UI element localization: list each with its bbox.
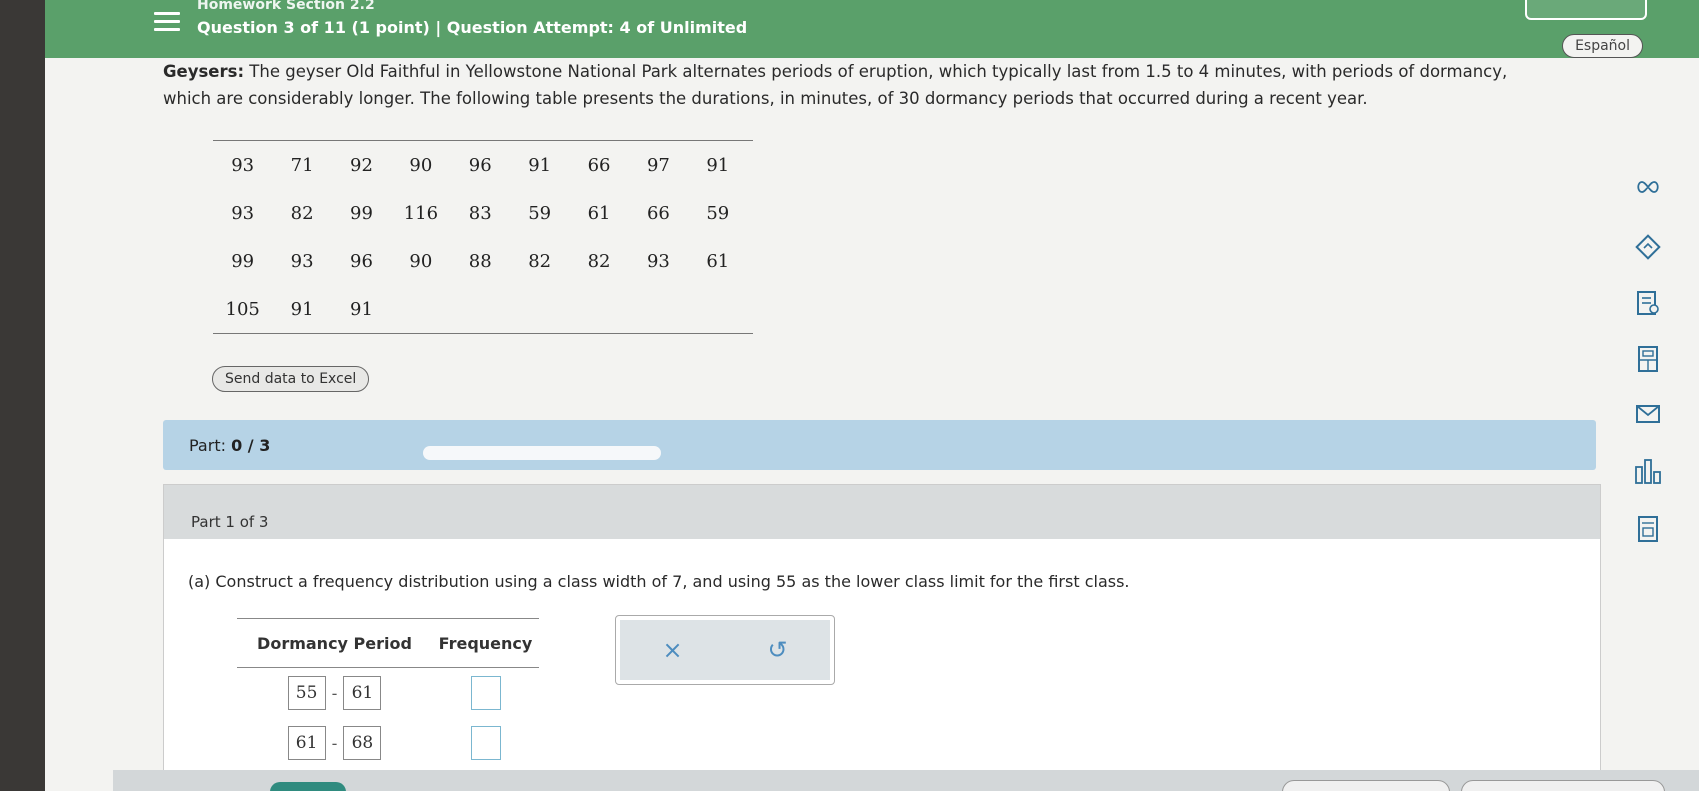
progress-track — [423, 446, 661, 460]
table-cell: 116 — [403, 202, 439, 224]
page: Homework Section 2.2 Question 3 of 11 (1… — [45, 0, 1699, 791]
bottom-action-button[interactable] — [1282, 780, 1450, 791]
mail-icon[interactable] — [1613, 403, 1683, 431]
problem-lead: Geysers: — [163, 62, 245, 81]
clear-icon[interactable]: × — [662, 636, 682, 664]
data-table-icon[interactable] — [1613, 515, 1683, 549]
table-cell: 82 — [290, 202, 314, 224]
part-header: Part 1 of 3 — [164, 485, 1600, 539]
table-cell: 93 — [231, 202, 255, 224]
question-a-text: (a) Construct a frequency distribution u… — [188, 572, 1130, 591]
hint-diamond-icon[interactable] — [1613, 233, 1683, 267]
table-cell: 96 — [350, 250, 373, 272]
header-bar: Homework Section 2.2 Question 3 of 11 (1… — [45, 0, 1699, 58]
undo-icon[interactable]: ↺ — [767, 636, 787, 664]
table-cell: 99 — [350, 202, 373, 224]
table-cell: 93 — [290, 250, 314, 272]
frequency-input[interactable] — [470, 726, 501, 760]
frequency-cell — [432, 676, 539, 710]
table-row: 93 71 92 90 96 91 66 97 91 — [213, 141, 753, 189]
part-card: Part 1 of 3 (a) Construct a frequency di… — [163, 484, 1601, 791]
part-progress-value: 0 / 3 — [231, 436, 271, 455]
part-label-text: Part: — [189, 436, 226, 455]
table-cell: 90 — [409, 154, 433, 176]
homework-section-title: Homework Section 2.2 — [197, 0, 375, 13]
table-cell: 99 — [231, 250, 255, 272]
table-cell: 90 — [409, 250, 433, 272]
table-row: 99 93 96 90 88 82 82 93 61 — [213, 237, 753, 285]
part-progress-bar: Part: 0 / 3 — [163, 420, 1596, 470]
table-row: 55 - 61 — [237, 668, 539, 718]
table-cell: 61 — [587, 202, 611, 224]
part-title: Part 1 of 3 — [191, 513, 269, 531]
frequency-input[interactable] — [470, 676, 501, 710]
upper-limit-field[interactable]: 68 — [343, 726, 382, 760]
table-cell: 59 — [706, 202, 730, 224]
table-cell: 82 — [587, 250, 611, 272]
table-cell: 92 — [350, 154, 373, 176]
infinity-icon[interactable] — [1613, 175, 1683, 200]
table-cell: 71 — [290, 154, 314, 176]
textbook-icon[interactable] — [1613, 289, 1683, 323]
frequency-cell — [432, 726, 539, 760]
column-header-dormancy-period: Dormancy Period — [257, 633, 412, 653]
table-cell: 82 — [528, 250, 552, 272]
table-cell: 105 — [225, 298, 260, 320]
header-action-button[interactable] — [1525, 0, 1647, 20]
problem-statement: Geysers: The geyser Old Faithful in Yell… — [163, 58, 1543, 112]
table-cell: 83 — [468, 202, 492, 224]
range-dash: - — [331, 683, 338, 703]
table-cell: 66 — [646, 202, 670, 224]
lower-limit-field[interactable]: 55 — [287, 676, 326, 710]
table-cell: 61 — [706, 250, 730, 272]
table-cell: 59 — [528, 202, 552, 224]
table-cell: 91 — [290, 298, 314, 320]
dormancy-data-table: 93 71 92 90 96 91 66 97 91 93 82 99 116 … — [213, 140, 753, 334]
table-cell: 96 — [468, 154, 492, 176]
bar-chart-icon[interactable] — [1613, 457, 1683, 491]
table-cell: 93 — [646, 250, 670, 272]
espanol-button[interactable]: Español — [1562, 34, 1643, 58]
table-cell: 91 — [350, 298, 373, 320]
problem-text: The geyser Old Faithful in Yellowstone N… — [163, 62, 1508, 108]
table-cell: 66 — [587, 154, 611, 176]
column-header-frequency: Frequency — [438, 633, 533, 653]
check-button[interactable] — [270, 782, 346, 791]
frequency-table: Dormancy Period Frequency 55 - 61 61 - 6… — [237, 618, 539, 768]
menu-icon[interactable] — [142, 4, 192, 38]
answer-tools-inner: × ↺ — [620, 620, 830, 680]
upper-limit-field[interactable]: 61 — [343, 676, 382, 710]
lower-limit-field[interactable]: 61 — [287, 726, 326, 760]
question-info: Question 3 of 11 (1 point) | Question At… — [197, 18, 748, 37]
table-row: 93 82 99 116 83 59 61 66 59 — [213, 189, 753, 237]
frequency-table-header: Dormancy Period Frequency — [237, 619, 539, 668]
table-row: 61 - 68 — [237, 718, 539, 768]
table-cell: 93 — [231, 154, 255, 176]
class-range: 61 - 68 — [237, 726, 432, 760]
bottom-action-button[interactable] — [1461, 780, 1665, 791]
range-dash: - — [331, 733, 338, 753]
part-progress-label: Part: 0 / 3 — [189, 436, 270, 455]
table-cell: 91 — [706, 154, 730, 176]
table-cell: 91 — [528, 154, 552, 176]
send-to-excel-button[interactable]: Send data to Excel — [212, 366, 370, 392]
table-row: 105 91 91 — [213, 285, 753, 333]
table-cell: 97 — [646, 154, 670, 176]
answer-tools: × ↺ — [615, 615, 835, 685]
calculator-icon[interactable] — [1613, 345, 1683, 379]
class-range: 55 - 61 — [237, 676, 432, 710]
table-cell: 88 — [468, 250, 492, 272]
